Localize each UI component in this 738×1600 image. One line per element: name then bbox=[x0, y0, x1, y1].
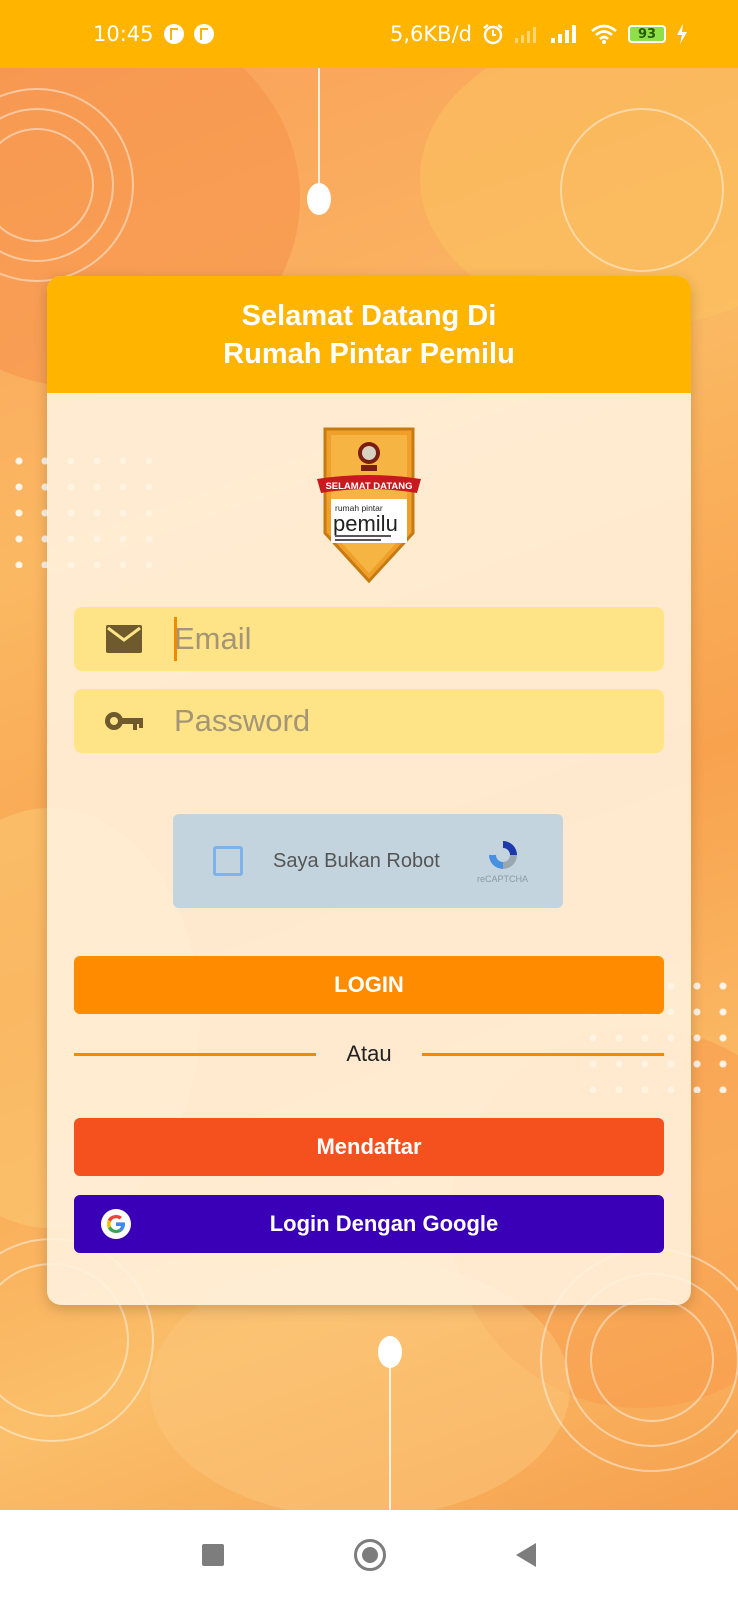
bg-pendant-line bbox=[318, 68, 320, 186]
or-divider: Atau bbox=[74, 1036, 664, 1072]
signal-icon-sim1 bbox=[515, 27, 536, 43]
navigation-bar bbox=[0, 1510, 738, 1600]
bg-pendant-ball bbox=[378, 1336, 402, 1368]
email-field[interactable] bbox=[74, 607, 664, 671]
wifi-icon bbox=[591, 24, 617, 44]
logo-big-text: pemilu bbox=[333, 511, 398, 536]
password-field[interactable] bbox=[74, 689, 664, 753]
home-button[interactable] bbox=[354, 1539, 386, 1571]
google-icon bbox=[101, 1209, 131, 1239]
text-caret bbox=[174, 617, 177, 661]
card-header: Selamat Datang Di Rumah Pintar Pemilu bbox=[47, 276, 691, 393]
google-login-button[interactable]: Login Dengan Google bbox=[74, 1195, 664, 1253]
divider-line-right bbox=[422, 1052, 664, 1056]
divider-line-left bbox=[74, 1052, 316, 1056]
welcome-title-line2: Rumah Pintar Pemilu bbox=[223, 337, 515, 370]
back-button[interactable] bbox=[516, 1543, 536, 1567]
status-time: 10:45 bbox=[93, 22, 154, 46]
bg-pendant-line bbox=[389, 1366, 391, 1510]
network-speed: 5,6KB/d bbox=[390, 22, 472, 46]
mail-icon bbox=[74, 624, 174, 654]
google-login-label: Login Dengan Google bbox=[269, 1211, 499, 1236]
recaptcha-checkbox[interactable] bbox=[213, 846, 243, 876]
bg-ring bbox=[590, 1298, 714, 1422]
welcome-title-line1: Selamat Datang Di bbox=[241, 299, 497, 332]
notification-app-icon bbox=[163, 24, 184, 44]
recaptcha-icon bbox=[488, 841, 517, 869]
signal-icon-sim2 bbox=[551, 25, 576, 43]
login-card: Selamat Datang Di Rumah Pintar Pemilu SE… bbox=[47, 276, 691, 1305]
logo-container: SELAMAT DATANG rumah pintar pemilu bbox=[47, 423, 691, 585]
notification-app-icon-2 bbox=[193, 24, 214, 44]
charging-icon bbox=[677, 24, 687, 44]
recaptcha-label: Saya Bukan Robot bbox=[273, 849, 440, 872]
status-bar: 10:45 5,6KB/d 93 bbox=[0, 0, 738, 68]
key-icon bbox=[74, 709, 174, 733]
logo-banner-text: SELAMAT DATANG bbox=[325, 481, 412, 492]
battery-indicator: 93 bbox=[628, 25, 666, 43]
recaptcha-widget: Saya Bukan Robot reCAPTCHA bbox=[173, 814, 563, 908]
bg-ring bbox=[560, 108, 724, 272]
alarm-icon bbox=[483, 24, 503, 45]
recent-apps-button[interactable] bbox=[202, 1544, 224, 1566]
login-button[interactable]: LOGIN bbox=[74, 956, 664, 1014]
email-input[interactable] bbox=[174, 621, 614, 657]
recaptcha-logo: reCAPTCHA bbox=[477, 838, 528, 884]
password-input[interactable] bbox=[174, 703, 614, 739]
rumah-pintar-pemilu-logo: SELAMAT DATANG rumah pintar pemilu bbox=[317, 427, 421, 584]
recaptcha-brand: reCAPTCHA bbox=[477, 874, 529, 884]
divider-text: Atau bbox=[346, 1041, 392, 1066]
bg-pendant-ball bbox=[307, 183, 331, 215]
register-button[interactable]: Mendaftar bbox=[74, 1118, 664, 1176]
